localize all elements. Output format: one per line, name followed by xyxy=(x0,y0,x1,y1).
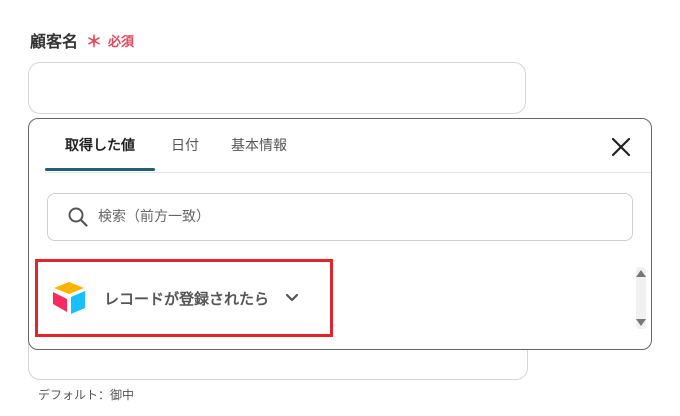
tab-date[interactable]: 日付 xyxy=(155,119,215,171)
trigger-item-record-registered[interactable]: レコードが登録されたら xyxy=(35,259,333,337)
chevron-down-icon xyxy=(285,293,299,302)
tab-label: 日付 xyxy=(171,138,199,154)
tab-basic-info[interactable]: 基本情報 xyxy=(215,119,303,171)
tab-label: 取得した値 xyxy=(65,138,135,154)
close-icon xyxy=(611,137,631,157)
trigger-label: レコードが登録されたら xyxy=(104,289,270,308)
scroll-down-arrow-icon[interactable] xyxy=(635,317,647,327)
default-hint: デフォルト：御中 xyxy=(38,388,135,402)
airtable-logo-icon xyxy=(53,282,85,314)
field-label-text: 顧客名 xyxy=(30,32,79,51)
scrollbar[interactable] xyxy=(635,265,647,331)
tab-divider xyxy=(45,172,651,173)
close-button[interactable] xyxy=(611,137,631,157)
tab-retrieved-values[interactable]: 取得した値 xyxy=(45,119,155,171)
customer-name-input[interactable] xyxy=(28,62,526,114)
required-text: 必須 xyxy=(108,34,135,50)
value-picker-popup: 取得した値 日付 基本情報 レコードが登録されたら xyxy=(28,118,652,350)
field-label: 顧客名 ＊ 必須 xyxy=(30,28,134,52)
tab-label: 基本情報 xyxy=(231,138,287,154)
search-box xyxy=(47,193,633,241)
required-star: ＊ xyxy=(86,32,103,51)
tab-bar: 取得した値 日付 基本情報 xyxy=(45,119,303,171)
search-input[interactable] xyxy=(96,208,580,226)
search-icon xyxy=(68,207,88,227)
scroll-up-arrow-icon[interactable] xyxy=(635,269,647,279)
